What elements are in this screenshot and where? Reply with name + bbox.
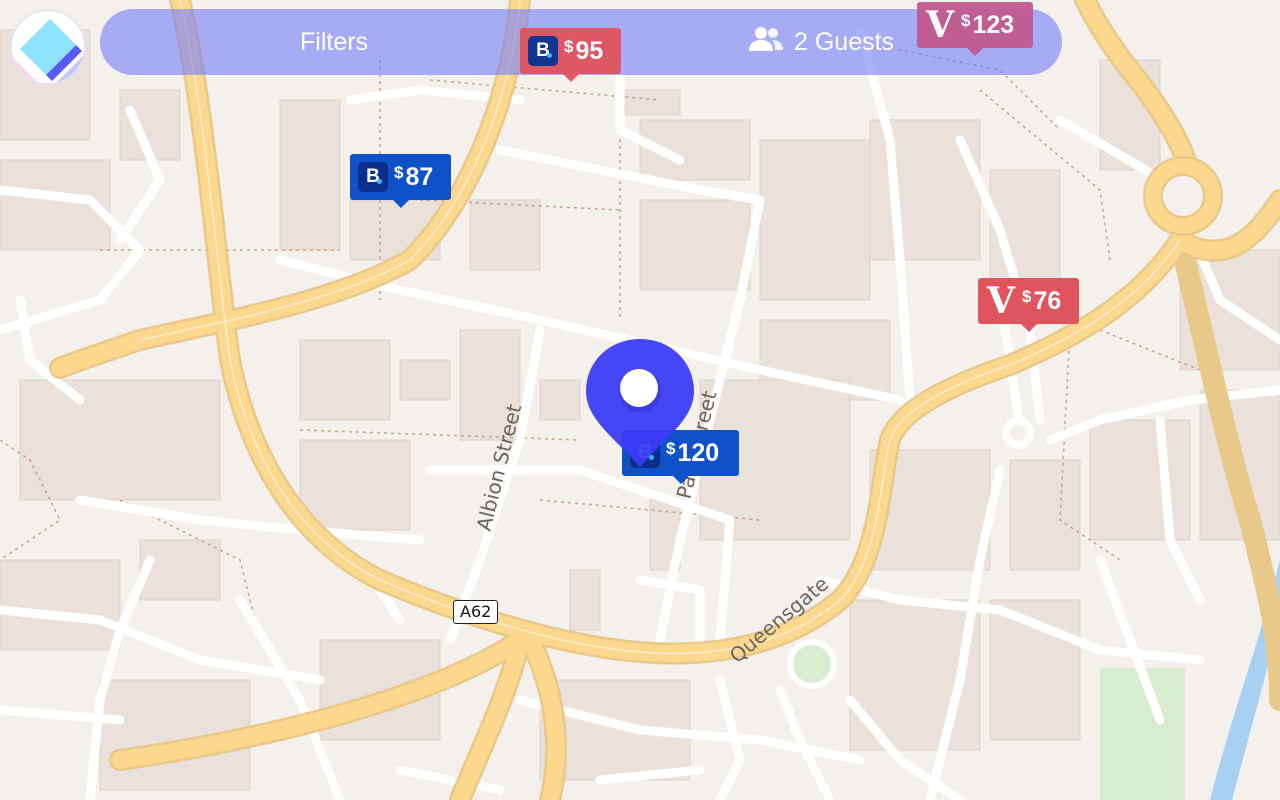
people-icon <box>748 25 784 60</box>
filters-label: Filters <box>300 27 369 56</box>
road-shield-a62: A62 <box>453 600 499 624</box>
roundabout-center <box>1163 176 1203 216</box>
marker-price: 123 <box>972 10 1015 39</box>
price-marker-vrbo-123[interactable]: V $ 123 <box>917 2 1033 56</box>
green-area <box>1100 668 1185 800</box>
marker-price: 87 <box>405 162 434 191</box>
guests-label: 2 Guests <box>794 27 895 56</box>
marker-price: 76 <box>1033 286 1062 315</box>
vrbo-v-icon: V <box>926 4 954 46</box>
marker-price: 95 <box>575 36 604 65</box>
price-marker-vrbo-76[interactable]: V $ 76 <box>978 278 1079 332</box>
green-roundabout <box>787 639 837 689</box>
booking-b-icon: B <box>528 36 558 66</box>
small-roundabout <box>1002 417 1034 449</box>
price-marker-booking-95[interactable]: B $ 95 <box>520 28 621 82</box>
vrbo-v-icon: V <box>987 280 1015 322</box>
location-pin-icon[interactable] <box>584 337 696 469</box>
price-marker-booking-87[interactable]: B $ 87 <box>350 154 451 208</box>
filters-button[interactable]: Filters <box>300 28 368 57</box>
guests-button[interactable]: 2 Guests <box>748 25 894 60</box>
booking-b-icon: B <box>358 162 388 192</box>
app-logo-icon[interactable] <box>10 9 86 85</box>
